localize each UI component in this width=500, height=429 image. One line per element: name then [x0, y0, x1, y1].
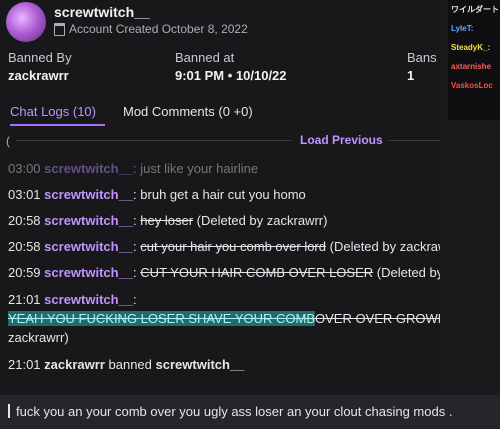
chat-user[interactable]: SteadyK_:	[448, 38, 500, 57]
log-time: 03:00	[8, 161, 41, 176]
username[interactable]: screwtwitch__	[54, 4, 150, 20]
caption-cursor	[8, 404, 10, 418]
log-line-note: zackrawrr)	[8, 330, 69, 345]
banned-at-label: Banned at	[175, 50, 235, 65]
banned-by-label: Banned By	[8, 50, 72, 65]
log-colon: :	[133, 161, 137, 176]
divider-left	[16, 140, 291, 141]
log-line: 03:01 screwtwitch__: bruh get a hair cut…	[8, 187, 306, 202]
log-user[interactable]: screwtwitch__	[44, 239, 133, 254]
log-user[interactable]: screwtwitch__	[44, 187, 133, 202]
stat-banned-at: Banned at 9:01 PM • 10/10/22	[175, 50, 287, 83]
log-message-deleted: cut your hair you comb over lord	[140, 239, 326, 254]
log-line-header: 21:01 screwtwitch__:	[8, 292, 137, 307]
banned-at-value: 9:01 PM • 10/10/22	[175, 68, 287, 83]
log-line: 20:58 screwtwitch__: hey loser (Deleted …	[8, 213, 327, 228]
log-deleted-note: (Deleted by zackraw	[376, 265, 440, 280]
banned-by-value[interactable]: zackrawrr	[8, 68, 72, 83]
user-card: screwtwitch__ Account Created October 8,…	[0, 0, 440, 395]
ban-user[interactable]: screwtwitch__	[156, 357, 245, 372]
log-time: 20:58	[8, 239, 41, 254]
log-colon: :	[133, 292, 137, 307]
stat-banned-by: Banned By zackrawrr	[8, 50, 72, 83]
chat-user[interactable]: ワイルダート	[448, 0, 500, 19]
log-line-body: YEAH YOU FUCKING LOSER SHAVE YOUR COMBOV…	[8, 311, 440, 326]
log-colon: :	[133, 187, 137, 202]
active-tab-indicator	[10, 124, 105, 126]
chat-user[interactable]: VaskosLoc	[448, 76, 500, 95]
caption-bar: fuck you an your comb over you ugly ass …	[0, 395, 500, 429]
avatar[interactable]	[6, 2, 46, 42]
log-message-deleted: hey loser	[140, 213, 194, 228]
log-message-deleted: CUT YOUR HAIR COMB OVER LOSER	[140, 265, 374, 280]
chat-sidebar: ワイルダート LyleT: SteadyK_: axtarnishe Vasko…	[448, 0, 500, 120]
log-message: just like your hairline	[140, 161, 259, 176]
log-time: 21:01	[8, 292, 41, 307]
log-time: 20:59	[8, 265, 41, 280]
log-line: 03:00 screwtwitch__: just like your hair…	[8, 161, 258, 176]
account-created: Account Created October 8, 2022	[54, 22, 248, 36]
account-created-text: Account Created October 8, 2022	[69, 22, 248, 36]
log-line: 20:59 screwtwitch__: CUT YOUR HAIR COMB …	[8, 265, 440, 280]
log-deleted-note: (Deleted by zackrawrr)	[196, 213, 328, 228]
ban-mod[interactable]: zackrawrr	[44, 357, 105, 372]
log-colon: :	[133, 239, 137, 254]
tab-chat-logs[interactable]: Chat Logs (10)	[10, 104, 96, 119]
ban-time: 21:01	[8, 357, 41, 372]
ban-action: banned	[108, 357, 152, 372]
caption-message: fuck you an your comb over you ugly ass …	[16, 404, 453, 419]
log-line: 20:58 screwtwitch__: cut your hair you c…	[8, 239, 440, 254]
chat-user[interactable]: LyleT:	[448, 19, 500, 38]
partial-text: (	[6, 134, 10, 148]
log-deleted-note: zackrawrr)	[8, 330, 69, 345]
log-message-highlighted: YEAH YOU FUCKING LOSER SHAVE YOUR COMB	[8, 311, 316, 326]
tab-mod-comments[interactable]: Mod Comments (0 +0)	[123, 104, 253, 119]
log-user[interactable]: screwtwitch__	[44, 292, 133, 307]
log-time: 20:58	[8, 213, 41, 228]
log-colon: :	[133, 213, 137, 228]
calendar-icon	[54, 22, 65, 36]
log-user[interactable]: screwtwitch__	[44, 161, 133, 176]
log-user[interactable]: screwtwitch__	[44, 265, 133, 280]
tab-bar: Chat Logs (10) Mod Comments (0 +0)	[0, 104, 440, 126]
log-deleted-note: (Deleted by zackrawrr)	[329, 239, 440, 254]
log-message: bruh get a hair cut you homo	[140, 187, 306, 202]
ban-line: 21:01 zackrawrr banned screwtwitch__	[8, 357, 244, 372]
log-colon: :	[133, 265, 137, 280]
chat-user[interactable]: axtarnishe	[448, 57, 500, 76]
log-time: 03:01	[8, 187, 41, 202]
bans-label: Bans	[407, 50, 437, 65]
log-message-deleted: OVER OVER GROWN COMB O	[315, 311, 440, 326]
log-user[interactable]: screwtwitch__	[44, 213, 133, 228]
load-previous-button[interactable]: Load Previous	[300, 133, 383, 147]
bans-value: 1	[407, 68, 415, 83]
divider-right	[388, 140, 440, 141]
stat-bans: Bans 1	[407, 50, 437, 83]
